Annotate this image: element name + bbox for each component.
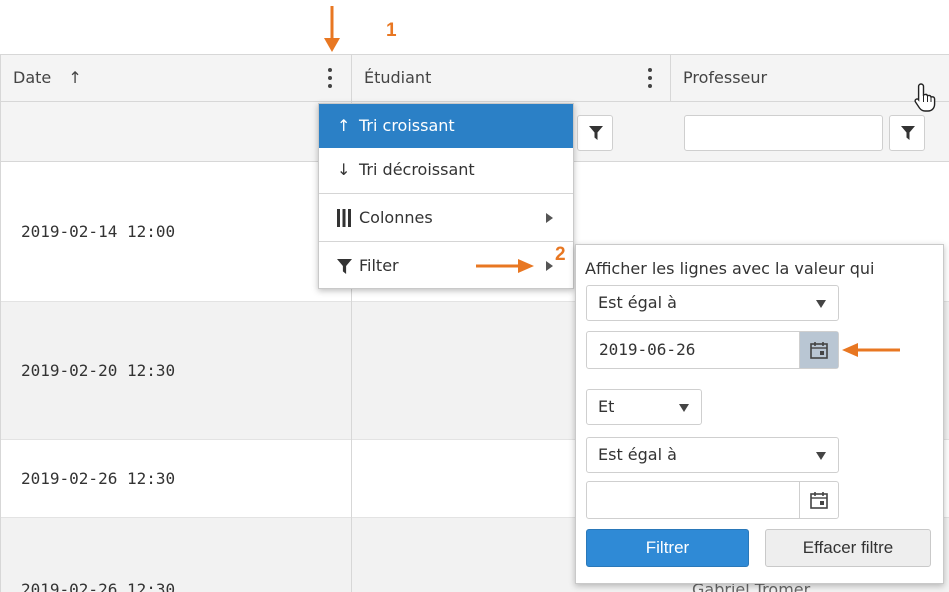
chevron-down-icon bbox=[816, 300, 826, 308]
filter-operator-2-value: Est égal à bbox=[598, 445, 677, 464]
menu-item-label: Colonnes bbox=[359, 208, 433, 227]
column-header-etudiant[interactable]: Étudiant bbox=[352, 55, 670, 101]
annotation-arrow-3 bbox=[842, 343, 900, 357]
calendar-icon bbox=[810, 342, 828, 359]
filter-apply-button[interactable]: Filtrer bbox=[586, 529, 749, 567]
professeur-filter-input[interactable] bbox=[684, 115, 883, 151]
annotation-number-1: 1 bbox=[386, 20, 397, 41]
annotation-arrow-2 bbox=[476, 259, 534, 273]
filter-logic-value: Et bbox=[598, 397, 615, 416]
annotation-arrow-1 bbox=[324, 6, 340, 52]
submenu-arrow-icon bbox=[546, 213, 553, 223]
filter-value-1-input[interactable]: 2019-06-26 bbox=[586, 331, 839, 369]
filter-logic-select[interactable]: Et bbox=[586, 389, 702, 425]
column-header-date-label: Date bbox=[13, 68, 52, 87]
filter-operator-1-select[interactable]: Est égal à bbox=[586, 285, 839, 321]
column-header-professeur[interactable]: Professeur bbox=[671, 55, 949, 101]
filter-value-2-input[interactable] bbox=[586, 481, 839, 519]
calendar-button-2[interactable] bbox=[799, 482, 838, 518]
filter-icon bbox=[337, 259, 352, 274]
sort-descending-icon: ↓ bbox=[337, 160, 351, 179]
filter-value-1-text: 2019-06-26 bbox=[599, 340, 696, 359]
professeur-filter-button[interactable] bbox=[889, 115, 925, 151]
hand-pointer-icon bbox=[914, 83, 936, 112]
grid-header-row: Date ↑ Étudiant Professeur bbox=[1, 54, 949, 102]
menu-item-sort-ascending[interactable]: ↑ Tri croissant bbox=[319, 104, 573, 148]
column-header-professeur-label: Professeur bbox=[683, 68, 768, 87]
filter-icon bbox=[901, 126, 915, 140]
etudiant-filter-button[interactable] bbox=[577, 115, 613, 151]
filter-clear-button[interactable]: Effacer filtre bbox=[765, 529, 931, 567]
date-cell: 2019-02-20 12:30 bbox=[21, 361, 176, 380]
menu-divider bbox=[319, 241, 573, 242]
filter-popup: Afficher les lignes avec la valeur qui E… bbox=[575, 244, 944, 584]
annotation-number-2: 2 bbox=[555, 244, 566, 265]
chevron-down-icon bbox=[679, 404, 689, 412]
calendar-icon bbox=[810, 492, 828, 509]
filter-popup-title: Afficher les lignes avec la valeur qui bbox=[585, 259, 875, 278]
sort-ascending-icon: ↑ bbox=[337, 116, 351, 135]
date-cell: 2019-02-26 12:30 bbox=[21, 469, 176, 488]
menu-divider bbox=[319, 193, 573, 194]
menu-item-sort-descending[interactable]: ↓ Tri décroissant bbox=[319, 148, 573, 192]
column-header-etudiant-label: Étudiant bbox=[364, 68, 432, 87]
etudiant-column-menu-icon[interactable] bbox=[644, 68, 656, 90]
menu-item-columns[interactable]: Colonnes bbox=[319, 196, 573, 240]
menu-item-label: Tri décroissant bbox=[359, 160, 475, 179]
menu-item-label: Filter bbox=[359, 256, 399, 275]
calendar-button-1[interactable] bbox=[799, 332, 838, 368]
date-cell: 2019-02-14 12:00 bbox=[21, 222, 176, 241]
filter-icon bbox=[589, 126, 603, 140]
date-cell: 2019-02-26 12:30 bbox=[21, 580, 176, 592]
submenu-arrow-icon bbox=[546, 261, 553, 271]
columns-icon bbox=[337, 209, 351, 227]
column-divider bbox=[670, 54, 671, 102]
sort-ascending-icon: ↑ bbox=[68, 68, 82, 87]
chevron-down-icon bbox=[816, 452, 826, 460]
column-header-date[interactable]: Date ↑ bbox=[1, 55, 351, 101]
filter-operator-2-select[interactable]: Est égal à bbox=[586, 437, 839, 473]
filter-operator-1-value: Est égal à bbox=[598, 293, 677, 312]
date-column-menu-icon[interactable] bbox=[324, 68, 336, 90]
menu-item-label: Tri croissant bbox=[359, 116, 455, 135]
